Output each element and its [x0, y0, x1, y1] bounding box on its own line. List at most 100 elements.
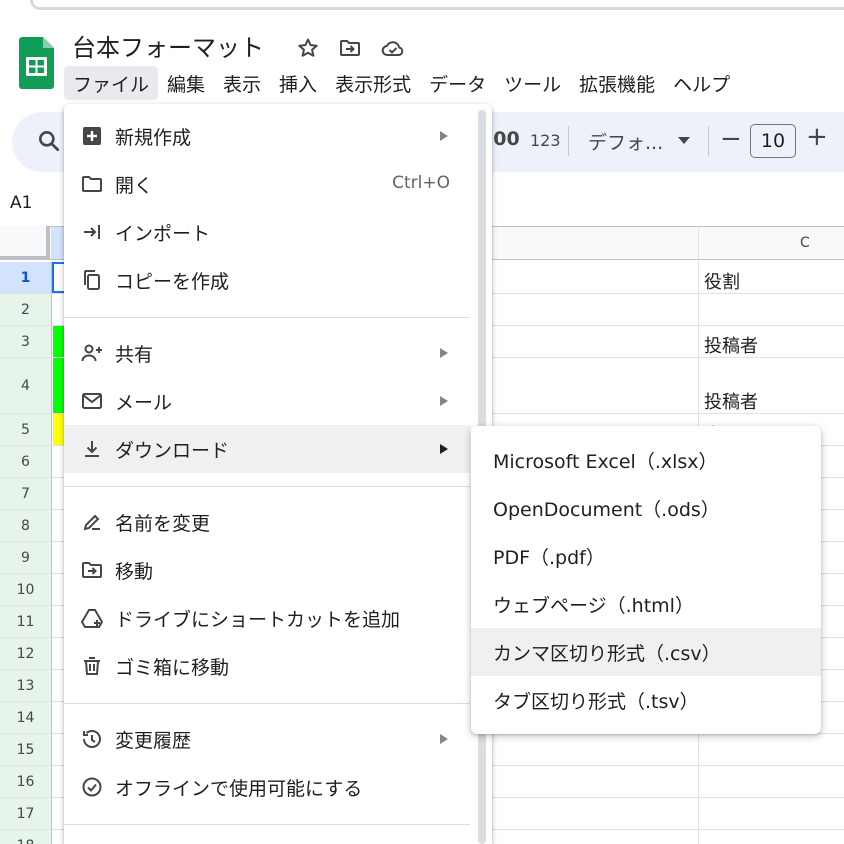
menu-item-label: タブ区切り形式（.tsv） [493, 691, 699, 713]
font-size-input[interactable]: 10 [750, 124, 796, 158]
menu-item-label: メール [115, 392, 173, 414]
shortcut-hint: Ctrl+O [392, 173, 450, 193]
decrease-font-size-button[interactable]: − [720, 124, 742, 154]
menu-item-label: 新規作成 [115, 127, 192, 149]
submenu-arrow-icon [440, 396, 448, 406]
menu-view[interactable]: 表示 [214, 66, 270, 100]
mail-icon [82, 393, 102, 409]
menu-edit[interactable]: 編集 [158, 66, 214, 100]
menu-item-label: PDF（.pdf） [493, 547, 605, 569]
move-folder-icon [82, 562, 102, 578]
row-header[interactable]: 8 [0, 510, 52, 541]
row-header[interactable]: 7 [0, 478, 52, 509]
download-icon [85, 441, 99, 457]
menu-extensions[interactable]: 拡張機能 [570, 66, 664, 100]
menu-tools[interactable]: ツール [495, 66, 570, 100]
copy-icon [84, 270, 100, 290]
column-header-a[interactable] [51, 227, 65, 259]
menu-item-label: 移動 [115, 561, 154, 583]
menu-item-label: 名前を変更 [115, 513, 211, 535]
cell-c[interactable]: 役割 [704, 268, 740, 294]
move-folder-icon[interactable] [338, 36, 362, 60]
drive-shortcut-icon [80, 609, 104, 628]
menu-item-label: ダウンロード [115, 440, 230, 462]
menu-item-import[interactable]: インポート [64, 208, 470, 256]
menu-item-download[interactable]: ダウンロード [64, 425, 470, 473]
row-header[interactable]: 1 [0, 262, 52, 293]
menu-item-make-copy[interactable]: コピーを作成 [64, 256, 470, 304]
row-header[interactable]: 6 [0, 446, 52, 477]
row-header[interactable]: 18 [0, 830, 52, 844]
row-header[interactable]: 9 [0, 542, 52, 573]
menu-data[interactable]: データ [420, 66, 495, 100]
row-header[interactable]: 12 [0, 638, 52, 669]
menu-item-label: 開く [115, 175, 154, 197]
submenu-arrow-icon [440, 444, 448, 454]
menu-item-email[interactable]: メール [64, 377, 470, 425]
menu-file[interactable]: ファイル [64, 66, 159, 100]
caret-down-icon[interactable] [678, 137, 690, 144]
cell-c[interactable]: 投稿者 [704, 332, 758, 358]
row-header[interactable]: 15 [0, 734, 52, 765]
select-all-corner[interactable] [0, 226, 50, 260]
menu-item-label: Microsoft Excel（.xlsx） [493, 451, 718, 473]
menu-item-label: オフラインで使用可能にする [115, 778, 363, 800]
history-icon [83, 730, 101, 748]
toolbar-divider [708, 126, 709, 156]
increase-font-size-button[interactable]: + [806, 122, 828, 152]
menu-item-label: ドライブにショートカットを追加 [115, 609, 401, 631]
menu-item-move[interactable]: 移動 [64, 546, 470, 594]
number-format-button[interactable]: 123 [530, 131, 561, 150]
menu-item-label: 共有 [115, 344, 154, 366]
menu-divider [64, 703, 470, 704]
name-box[interactable]: A1 [10, 193, 32, 213]
star-icon[interactable] [296, 36, 320, 60]
menu-format[interactable]: 表示形式 [326, 66, 420, 100]
download-option-csv[interactable]: カンマ区切り形式（.csv） [471, 628, 821, 676]
menu-item-move-to-trash[interactable]: ゴミ箱に移動 [64, 642, 470, 690]
row-header[interactable]: 4 [0, 358, 52, 413]
download-submenu: Microsoft Excel（.xlsx） OpenDocument（.ods）… [471, 426, 821, 734]
offline-icon [82, 777, 102, 797]
menu-divider [64, 486, 470, 487]
download-option-pdf[interactable]: PDF（.pdf） [471, 532, 821, 580]
row-header[interactable]: 11 [0, 606, 52, 637]
menu-item-share[interactable]: 共有 [64, 329, 470, 377]
row-header[interactable]: 2 [0, 294, 52, 325]
download-option-tsv[interactable]: タブ区切り形式（.tsv） [471, 676, 821, 724]
new-sheet-icon [83, 127, 101, 145]
menu-item-new[interactable]: 新規作成 [64, 112, 470, 160]
menu-help[interactable]: ヘルプ [664, 66, 739, 100]
row-header[interactable]: 16 [0, 766, 52, 797]
row-header[interactable]: 10 [0, 574, 52, 605]
folder-icon [82, 176, 102, 192]
row-header[interactable]: 14 [0, 702, 52, 733]
menu-item-label: カンマ区切り形式（.csv） [493, 643, 721, 665]
cloud-saved-icon[interactable] [381, 36, 405, 60]
menu-item-open[interactable]: 開く Ctrl+O [64, 160, 470, 208]
row-header[interactable]: 5 [0, 414, 52, 445]
menu-item-rename[interactable]: 名前を変更 [64, 498, 470, 546]
cell-c[interactable]: 投稿者 [704, 388, 758, 414]
column-header-c[interactable]: C [800, 235, 810, 251]
download-option-html[interactable]: ウェブページ（.html） [471, 580, 821, 628]
import-icon [84, 225, 100, 239]
menu-item-label: コピーを作成 [115, 271, 230, 293]
trash-icon [84, 657, 100, 675]
menu-bar: ファイル 編集 表示 挿入 表示形式 データ ツール 拡張機能 ヘルプ [64, 66, 739, 100]
sheets-logo[interactable] [19, 37, 54, 89]
row-header[interactable]: 3 [0, 326, 52, 357]
menu-insert[interactable]: 挿入 [270, 66, 326, 100]
menu-item-label: インポート [115, 223, 211, 245]
row-header[interactable]: 17 [0, 798, 52, 829]
download-option-ods[interactable]: OpenDocument（.ods） [471, 484, 821, 532]
search-icon[interactable] [36, 128, 62, 154]
font-family-select[interactable]: デフォ... [588, 128, 663, 155]
menu-item-add-shortcut[interactable]: ドライブにショートカットを追加 [64, 594, 470, 642]
download-option-xlsx[interactable]: Microsoft Excel（.xlsx） [471, 436, 821, 484]
person-add-icon [81, 344, 102, 362]
row-header[interactable]: 13 [0, 670, 52, 701]
menu-item-make-offline[interactable]: オフラインで使用可能にする [64, 763, 470, 811]
menu-item-version-history[interactable]: 変更履歴 [64, 715, 470, 763]
document-title[interactable]: 台本フォーマット [72, 28, 264, 63]
